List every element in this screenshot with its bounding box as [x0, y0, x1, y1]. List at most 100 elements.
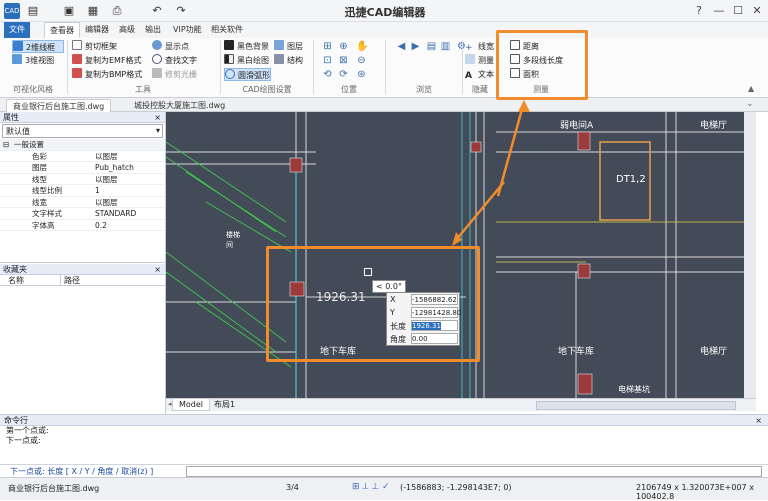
undo-icon[interactable]: ↶ — [150, 4, 164, 18]
rotate-icon[interactable]: ⟲ — [322, 69, 333, 80]
zoom-realtime-icon[interactable]: ⊛ — [356, 69, 367, 80]
black-background-button[interactable]: 黑色背景 — [224, 40, 269, 53]
tab-list-icon[interactable]: ⌄ — [746, 99, 754, 109]
pin-icon[interactable]: × — [154, 264, 161, 275]
maximize-button[interactable]: ☐ — [729, 3, 747, 19]
property-row[interactable]: 线型 以图层 — [0, 174, 165, 186]
y-input[interactable]: -12981428.80 — [411, 307, 461, 318]
bw-drawing-button[interactable]: 黑白绘图 — [224, 54, 269, 67]
help-button[interactable]: ? — [690, 3, 708, 19]
property-section[interactable]: ⊟ 一般设置 — [0, 139, 165, 151]
property-row[interactable]: 线宽 以图层 — [0, 197, 165, 209]
clip-frame-button[interactable]: 剪切框架 — [72, 40, 117, 53]
tab-output[interactable]: 输出 — [140, 22, 166, 38]
smooth-arc-button[interactable]: 圆滑弧形 — [224, 68, 271, 81]
arrow-left-icon[interactable]: ◀ — [396, 41, 407, 52]
angle-label: 角度 — [390, 335, 406, 344]
zoom-extents-icon[interactable]: ⊠ — [338, 55, 349, 66]
snap-icons[interactable]: ⊞ ⟂ ⊥ ✓ — [352, 482, 390, 492]
structure-label: 结构 — [287, 56, 303, 65]
zoom-out-icon[interactable]: ⊖ — [356, 55, 367, 66]
tab-vip[interactable]: VIP功能 — [168, 22, 207, 38]
angle-input[interactable]: 0.00 — [411, 333, 458, 344]
redo-icon[interactable]: ↷ — [174, 4, 188, 18]
command-input[interactable] — [186, 466, 762, 477]
show-points-button[interactable]: 显示点 — [152, 40, 189, 53]
ribbon: 2维线框 3维视图 可视化风格 剪切框架 复制为EMF格式 复制为BMP格式 显… — [0, 38, 768, 98]
property-value[interactable]: 以图层 — [95, 197, 118, 209]
plus-icon: + — [465, 43, 473, 53]
property-value[interactable]: Pub_hatch — [95, 162, 134, 174]
measure-icon — [465, 54, 475, 64]
zoom-window-icon[interactable]: ⊡ — [322, 55, 333, 66]
copy-icon — [72, 68, 82, 78]
structure-icon — [274, 54, 284, 64]
fit-icon[interactable]: ⊞ — [322, 41, 333, 52]
horizontal-scrollbar[interactable] — [536, 401, 736, 410]
property-row[interactable]: 色彩 以图层 — [0, 151, 165, 163]
copy-emf-button[interactable]: 复制为EMF格式 — [72, 54, 142, 67]
property-value[interactable]: 以图层 — [95, 174, 118, 186]
property-value[interactable]: STANDARD — [95, 208, 136, 220]
linewidth-button[interactable]: + 线宽 — [465, 40, 494, 53]
tab-related-software[interactable]: 相关软件 — [206, 22, 248, 38]
collapse-ribbon-icon[interactable]: ▲ — [748, 84, 754, 93]
copy-bmp-button[interactable]: 复制为BMP格式 — [72, 68, 142, 81]
command-panel: 命令行 × 第一个点或: 下一点或: — [0, 414, 768, 464]
pan-hand-icon[interactable]: ✋ — [356, 41, 368, 52]
property-value[interactable]: 0.2 — [95, 220, 107, 232]
text-button[interactable]: A 文本 — [465, 68, 494, 81]
property-row[interactable]: 文字样式 STANDARD — [0, 208, 165, 220]
tab-advanced[interactable]: 高级 — [114, 22, 140, 38]
command-line[interactable]: 下一点或: 长度 [ X / Y / 角度 / 取消(z) ] — [0, 464, 768, 477]
text-icon: A — [465, 71, 472, 81]
tab-model[interactable]: Model — [172, 399, 211, 411]
page-icon[interactable]: ▤ — [426, 41, 437, 52]
property-value[interactable]: 以图层 — [95, 151, 118, 163]
page-list-icon[interactable]: ▥ — [440, 41, 451, 52]
zoom-in-icon[interactable]: ⊕ — [338, 41, 349, 52]
minimize-button[interactable]: — — [710, 3, 728, 19]
browse-group-label: 浏览 — [416, 85, 432, 94]
visual-style-group-label: 可视化风格 — [13, 85, 53, 94]
close-icon[interactable]: × — [755, 415, 762, 426]
tab-viewer[interactable]: 查看器 — [44, 22, 80, 38]
property-row[interactable]: 图层 Pub_hatch — [0, 162, 165, 174]
find-text-button[interactable]: 查找文字 — [152, 54, 197, 67]
close-button[interactable]: ✕ — [748, 3, 766, 19]
save-icon[interactable]: ▣ — [62, 4, 76, 18]
rotate-right-icon[interactable]: ⟳ — [338, 69, 349, 80]
x-input[interactable]: -1586882.62 — [411, 294, 458, 305]
save-as-icon[interactable]: ▦ — [86, 4, 100, 18]
print-icon[interactable]: ⎙ — [110, 4, 124, 18]
doc-tab-1[interactable]: 商业银行后台施工图.dwg — [6, 99, 112, 112]
command-prompt: 下一点或: 长度 [ X / Y / 角度 / 取消(z) ] — [10, 467, 154, 476]
layers-icon — [274, 40, 284, 50]
tab-layout1[interactable]: 布局1 — [208, 399, 241, 411]
favorites-path-column[interactable]: 路径 — [60, 275, 80, 286]
open-folder-icon[interactable]: ▤ — [26, 4, 40, 18]
pin-icon[interactable]: × — [154, 112, 161, 123]
length-input[interactable]: 1926.31 — [411, 320, 458, 331]
layers-button[interactable]: 图层 — [274, 40, 303, 53]
measure-hide-button[interactable]: 测量 — [465, 54, 494, 67]
property-value[interactable]: 1 — [95, 185, 100, 197]
2d-wireframe-button[interactable]: 2维线框 — [12, 40, 64, 53]
3d-view-button[interactable]: 3维视图 — [12, 54, 54, 67]
tab-editor[interactable]: 编辑器 — [80, 22, 114, 38]
vertical-scrollbar[interactable] — [744, 112, 756, 398]
divider — [462, 40, 463, 94]
property-key: 线型比例 — [32, 186, 62, 195]
arrow-right-icon[interactable]: ▶ — [410, 41, 421, 52]
ribbon-tabs: 文件 查看器 编辑器 高级 输出 VIP功能 相关软件 — [0, 22, 768, 38]
property-row[interactable]: 字体高 0.2 — [0, 220, 165, 232]
favorites-name-column[interactable]: 名称 — [8, 275, 24, 286]
property-row[interactable]: 线型比例 1 — [0, 185, 165, 197]
doc-tab-2[interactable]: 城投控股大厦施工图.dwg — [128, 99, 231, 112]
tab-file[interactable]: 文件 — [4, 22, 30, 38]
trim-raster-button[interactable]: 修剪光栅 — [152, 68, 197, 81]
status-coordinates: (-1586883; -1.298143E7; 0) — [400, 483, 512, 492]
structure-button[interactable]: 结构 — [274, 54, 303, 67]
collapse-icon[interactable]: ⊟ — [3, 139, 9, 151]
property-filter-select[interactable]: 默认值 ▾ — [2, 124, 163, 138]
